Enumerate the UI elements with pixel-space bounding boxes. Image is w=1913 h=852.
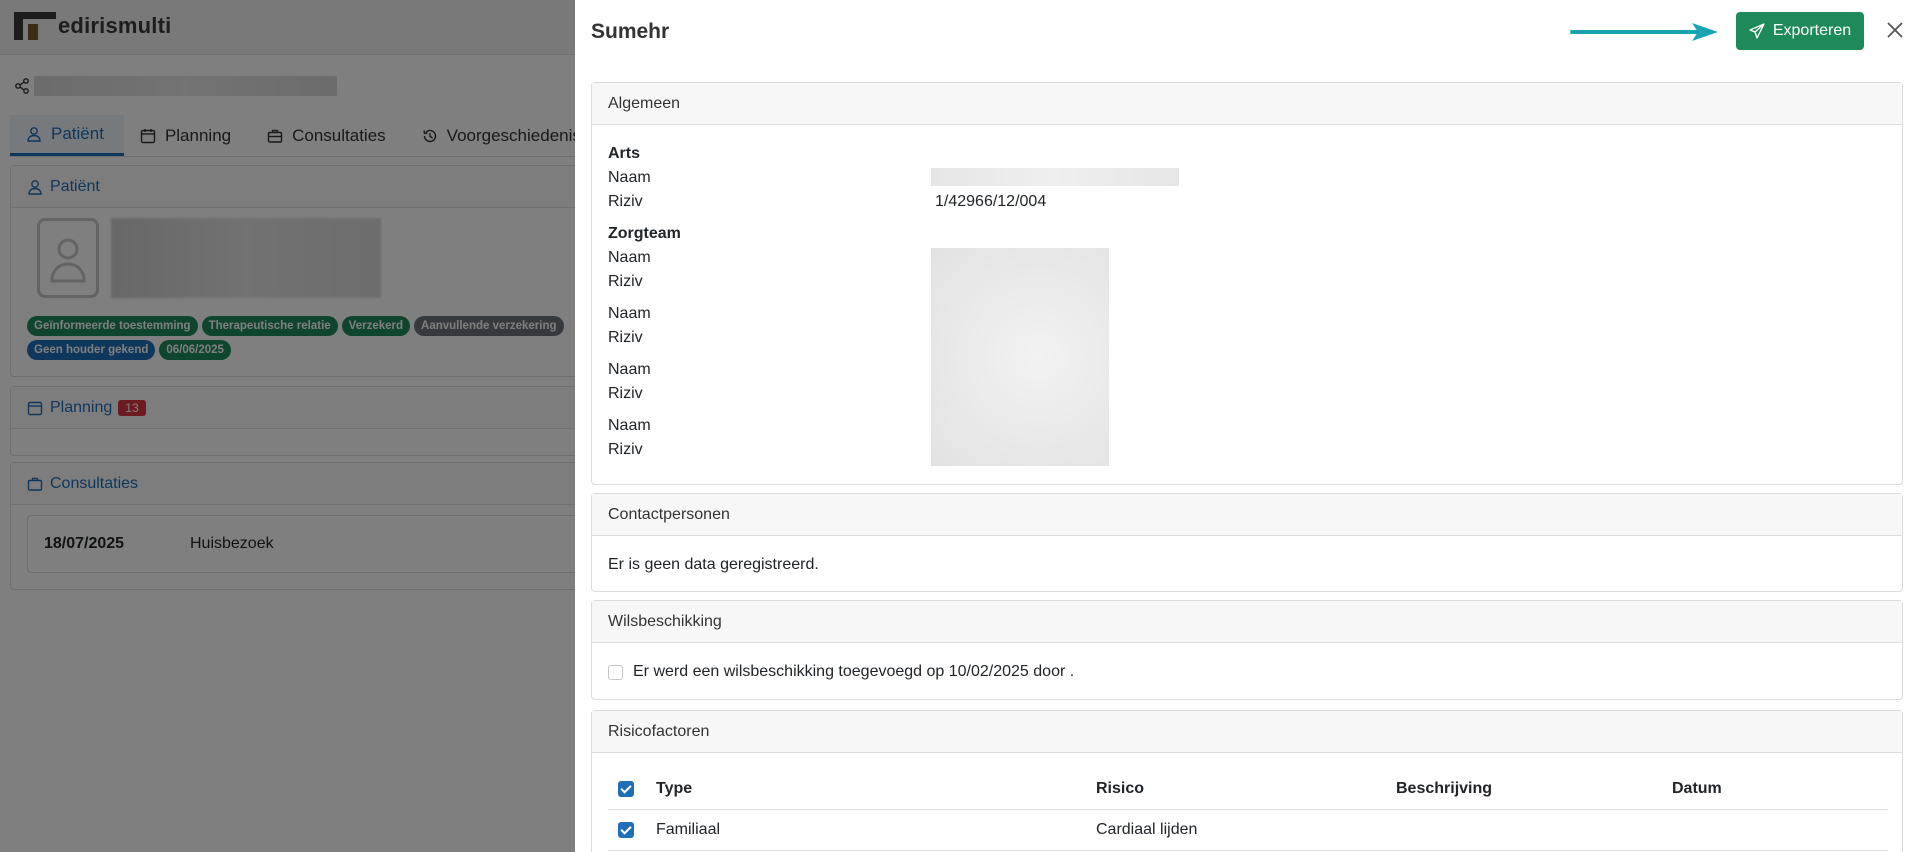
zorgteam-riziv-label: Riziv: [608, 441, 643, 458]
column-header-datum[interactable]: Datum: [1672, 780, 1722, 798]
send-icon: [1749, 23, 1765, 39]
zorgteam-naam-label: Naam: [608, 417, 651, 434]
table-header-row: Type Risico Beschrijving Datum: [608, 769, 1888, 810]
zorgteam-naam-label: Naam: [608, 249, 651, 266]
row-checkbox[interactable]: [618, 822, 634, 838]
annotation-arrow-icon: [1570, 23, 1718, 41]
drawer-title: Sumehr: [591, 20, 670, 43]
arts-riziv-label: Riziv: [608, 193, 643, 210]
arts-naam-label: Naam: [608, 169, 651, 186]
close-icon[interactable]: [1885, 20, 1905, 40]
cell-type: Familiaal: [656, 821, 721, 838]
wilsbeschikking-text: Er werd een wilsbeschikking toegevoegd o…: [633, 663, 1075, 680]
table-row: Familiaal Cardiaal lijden: [608, 810, 1888, 851]
empty-message: Er is geen data geregistreerd.: [608, 556, 819, 573]
zorgteam-heading: Zorgteam: [608, 225, 681, 242]
arts-heading: Arts: [608, 145, 641, 162]
section-header: Wilsbeschikking: [592, 601, 1902, 643]
section-risicofactoren: Risicofactoren Type Risico Beschrijving …: [591, 710, 1903, 852]
export-button[interactable]: Exporteren: [1736, 12, 1864, 50]
redacted-arts-naam: [931, 168, 1179, 186]
column-header-type[interactable]: Type: [656, 780, 692, 798]
zorgteam-naam-label: Naam: [608, 305, 651, 322]
arts-riziv-value: 1/42966/12/004: [935, 193, 1047, 210]
section-algemeen: Algemeen Arts Naam Riziv 1/42966/12/004 …: [591, 82, 1903, 485]
zorgteam-naam-label: Naam: [608, 361, 651, 378]
zorgteam-riziv-label: Riziv: [608, 273, 643, 290]
zorgteam-riziv-label: Riziv: [608, 385, 643, 402]
zorgteam-riziv-label: Riziv: [608, 329, 643, 346]
section-contactpersonen: Contactpersonen Er is geen data geregist…: [591, 493, 1903, 592]
cell-risico: Cardiaal lijden: [1096, 821, 1198, 838]
column-header-beschrijving[interactable]: Beschrijving: [1396, 780, 1492, 798]
wilsbeschikking-checkbox[interactable]: [608, 664, 623, 680]
select-all-checkbox[interactable]: [618, 781, 634, 797]
redacted-zorgteam-values: [931, 248, 1109, 466]
section-header: Contactpersonen: [592, 494, 1902, 536]
wilsbeschikking-row: Er werd een wilsbeschikking toegevoegd o…: [608, 663, 1074, 681]
export-button-label: Exporteren: [1772, 22, 1852, 39]
column-header-risico[interactable]: Risico: [1096, 780, 1144, 798]
risicofactoren-table: Type Risico Beschrijving Datum Familiaal…: [608, 769, 1888, 851]
section-wilsbeschikking: Wilsbeschikking Er werd een wilsbeschikk…: [591, 600, 1903, 700]
section-header: Risicofactoren: [592, 711, 1902, 753]
section-header: Algemeen: [592, 83, 1902, 125]
